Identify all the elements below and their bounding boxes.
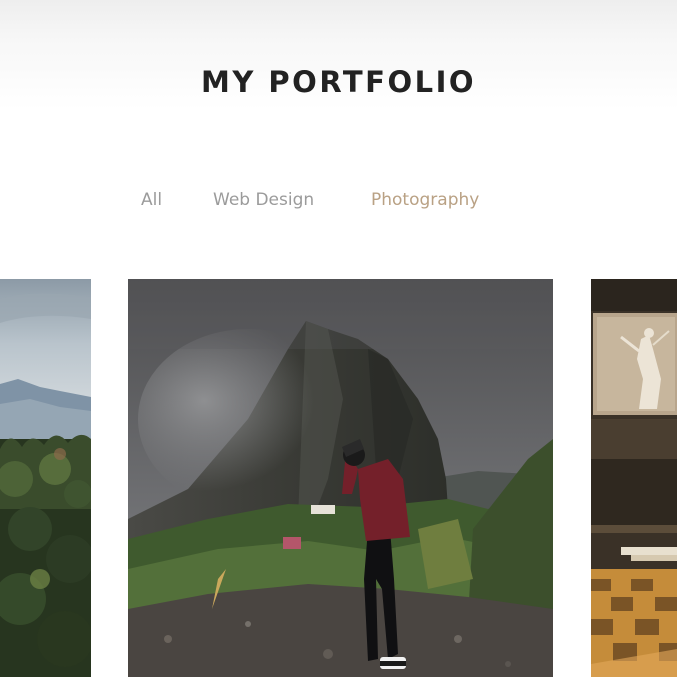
page-title: MY PORTFOLIO xyxy=(200,65,477,99)
hiker-mountain-photo xyxy=(128,279,553,677)
mountain-landscape-photo xyxy=(0,279,91,677)
portfolio-item-hiker[interactable] xyxy=(128,279,553,677)
museum-interior-photo xyxy=(591,279,677,677)
filter-all[interactable]: All xyxy=(141,186,162,214)
filter-photography[interactable]: Photography xyxy=(371,186,479,214)
portfolio-page: MY PORTFOLIO All Web Design Photography xyxy=(0,0,677,677)
portfolio-filter-bar: All Web Design Photography xyxy=(0,186,677,214)
portfolio-item-landscape[interactable] xyxy=(0,279,91,677)
portfolio-item-museum[interactable] xyxy=(591,279,677,677)
filter-web-design[interactable]: Web Design xyxy=(213,186,314,214)
